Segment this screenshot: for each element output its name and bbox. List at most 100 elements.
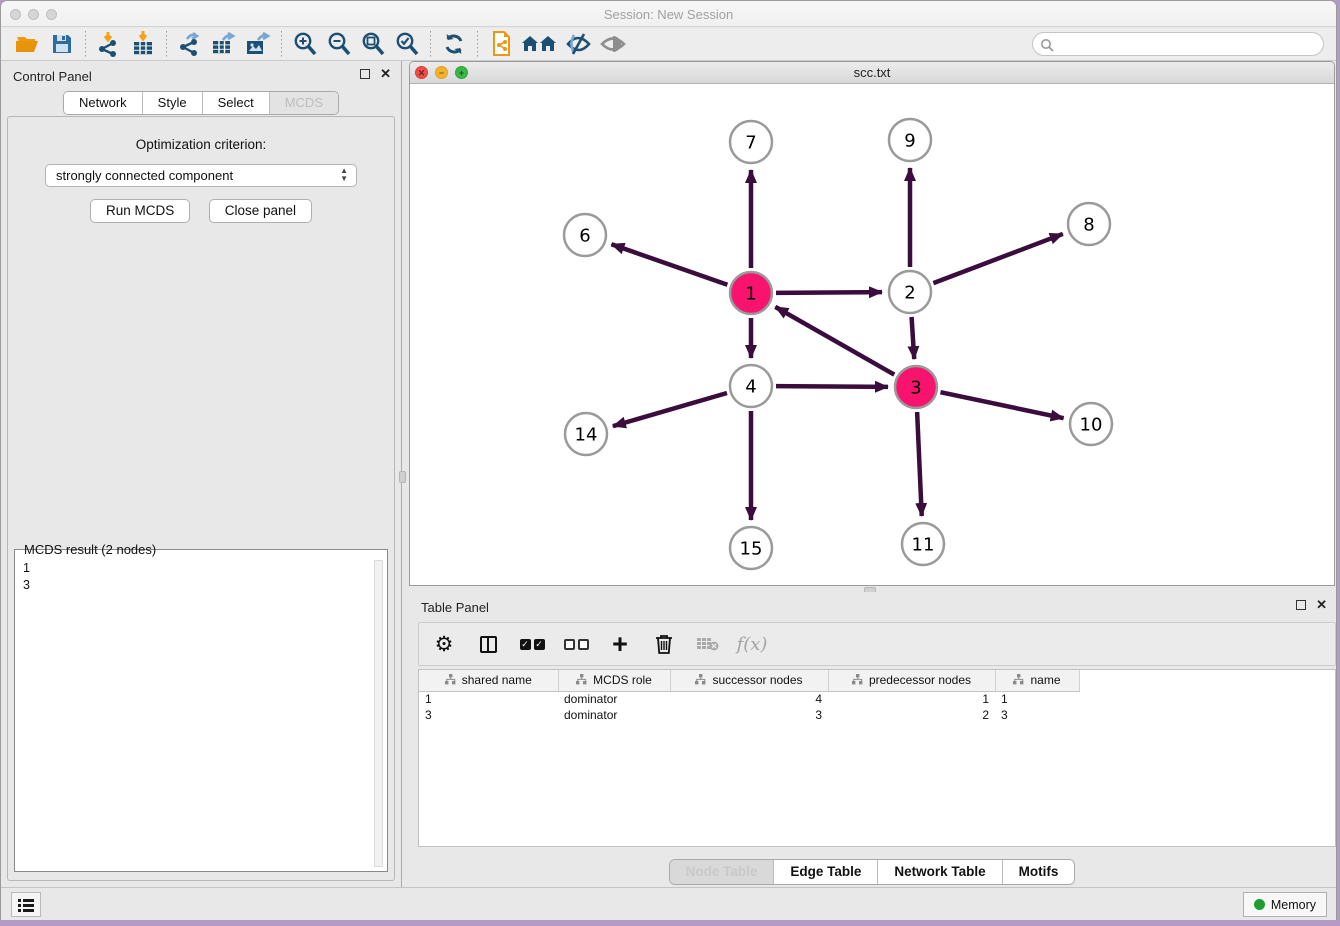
graph-node-10[interactable]: 10 bbox=[1070, 403, 1112, 445]
table-cell[interactable]: 4 bbox=[670, 691, 828, 707]
table-tab-edge-table[interactable]: Edge Table bbox=[774, 860, 878, 884]
close-panel-icon[interactable]: ✕ bbox=[380, 69, 391, 79]
tab-style[interactable]: Style bbox=[143, 92, 203, 114]
edge-3-to-10[interactable] bbox=[940, 392, 1063, 418]
hide-panel-icon[interactable] bbox=[562, 30, 596, 58]
column-header-successor-nodes[interactable]: successor nodes bbox=[670, 670, 828, 691]
table-tab-motifs[interactable]: Motifs bbox=[1003, 860, 1075, 884]
mcds-result-title: MCDS result (2 nodes) bbox=[21, 542, 159, 557]
table-cell[interactable]: 3 bbox=[419, 707, 558, 723]
open-session-icon[interactable] bbox=[11, 30, 45, 58]
node-label: 3 bbox=[910, 378, 921, 399]
graph-node-7[interactable]: 7 bbox=[730, 121, 772, 163]
edge-1-to-2[interactable] bbox=[776, 292, 882, 293]
graph-node-14[interactable]: 14 bbox=[565, 413, 607, 455]
node-label: 6 bbox=[579, 226, 590, 247]
zoom-out-icon[interactable] bbox=[322, 30, 356, 58]
table-tab-network-table[interactable]: Network Table bbox=[878, 860, 1002, 884]
edge-4-to-3[interactable] bbox=[776, 386, 888, 387]
float-panel-icon[interactable] bbox=[360, 69, 370, 79]
edge-2-to-3[interactable] bbox=[912, 317, 915, 359]
edge-3-to-11[interactable] bbox=[917, 412, 922, 516]
network-graph-canvas[interactable]: 7 9 6 8 1 2 4 3 14 10 15 11 bbox=[410, 84, 1334, 585]
tree-icon bbox=[695, 674, 706, 685]
column-header-predecessor-nodes[interactable]: predecessor nodes bbox=[828, 670, 995, 691]
function-builder-icon[interactable]: f(x) bbox=[737, 629, 767, 659]
column-header-name[interactable]: name bbox=[995, 670, 1079, 691]
table-cell[interactable]: 1 bbox=[828, 691, 995, 707]
vertical-splitter-handle[interactable] bbox=[399, 471, 406, 483]
graph-node-6[interactable]: 6 bbox=[564, 214, 606, 256]
toggle-panel-icon[interactable] bbox=[473, 629, 503, 659]
tab-mcds[interactable]: MCDS bbox=[270, 92, 338, 114]
table-cell[interactable]: 3 bbox=[995, 707, 1079, 723]
table-row[interactable]: 1dominator411 bbox=[419, 691, 1079, 707]
run-mcds-button[interactable]: Run MCDS bbox=[90, 199, 190, 223]
graph-node-2[interactable]: 2 bbox=[889, 271, 931, 313]
zoom-fit-icon[interactable] bbox=[356, 30, 390, 58]
optimization-criterion-select[interactable]: strongly connected component ▲▼ bbox=[45, 164, 357, 187]
tab-select[interactable]: Select bbox=[203, 92, 270, 114]
search-input[interactable] bbox=[1057, 35, 1317, 53]
graph-node-8[interactable]: 8 bbox=[1068, 203, 1110, 245]
graph-node-4[interactable]: 4 bbox=[730, 365, 772, 407]
table-cell[interactable]: dominator bbox=[558, 691, 670, 707]
main-toolbar bbox=[1, 28, 1336, 61]
graph-node-15[interactable]: 15 bbox=[730, 527, 772, 569]
task-history-button[interactable] bbox=[11, 892, 41, 917]
first-neighbors-icon[interactable] bbox=[518, 30, 562, 58]
graph-node-3[interactable]: 3 bbox=[895, 366, 937, 408]
table-cell[interactable]: 2 bbox=[828, 707, 995, 723]
node-label: 11 bbox=[912, 535, 935, 556]
mcds-result-list[interactable]: 1 3 bbox=[23, 560, 30, 594]
import-network-icon[interactable] bbox=[92, 30, 126, 58]
table-panel-title: Table Panel bbox=[421, 600, 489, 615]
table-cell[interactable]: 1 bbox=[995, 691, 1079, 707]
settings-gear-icon[interactable]: ⚙ bbox=[429, 629, 459, 659]
table-cell[interactable]: 1 bbox=[419, 691, 558, 707]
delete-column-icon[interactable] bbox=[649, 629, 679, 659]
add-column-icon[interactable]: + bbox=[605, 629, 635, 659]
table-cell[interactable]: 3 bbox=[670, 707, 828, 723]
node-label: 7 bbox=[745, 133, 756, 154]
edge-2-to-8[interactable] bbox=[933, 234, 1062, 283]
deselect-all-icon[interactable] bbox=[561, 629, 591, 659]
table-cell[interactable]: dominator bbox=[558, 707, 670, 723]
memory-label: Memory bbox=[1271, 898, 1316, 912]
edge-1-to-6[interactable] bbox=[611, 244, 727, 285]
refresh-icon[interactable] bbox=[437, 30, 471, 58]
node-label: 15 bbox=[740, 539, 763, 560]
float-table-panel-icon[interactable] bbox=[1296, 600, 1306, 610]
export-table-icon[interactable] bbox=[207, 30, 241, 58]
close-table-panel-icon[interactable]: ✕ bbox=[1316, 600, 1327, 610]
graph-node-11[interactable]: 11 bbox=[902, 523, 944, 565]
toolbar-separator bbox=[430, 31, 431, 57]
zoom-in-icon[interactable] bbox=[288, 30, 322, 58]
select-all-icon[interactable]: ✓✓ bbox=[517, 629, 547, 659]
node-label: 1 bbox=[745, 284, 756, 305]
delete-table-icon[interactable] bbox=[693, 629, 723, 659]
show-panel-icon[interactable] bbox=[596, 30, 630, 58]
column-header-shared-name[interactable]: shared name bbox=[419, 670, 558, 691]
graph-node-9[interactable]: 9 bbox=[889, 119, 931, 161]
export-image-icon[interactable] bbox=[241, 30, 275, 58]
close-panel-button[interactable]: Close panel bbox=[209, 199, 312, 223]
memory-button[interactable]: Memory bbox=[1243, 892, 1327, 917]
save-session-icon[interactable] bbox=[45, 30, 79, 58]
edge-4-to-14[interactable] bbox=[613, 393, 727, 426]
import-table-icon[interactable] bbox=[126, 30, 160, 58]
export-network-icon[interactable] bbox=[173, 30, 207, 58]
edge-3-to-1[interactable] bbox=[775, 307, 894, 375]
graph-node-1[interactable]: 1 bbox=[730, 272, 772, 314]
table-tab-node-table[interactable]: Node Table bbox=[670, 860, 775, 884]
tree-icon bbox=[1013, 674, 1024, 685]
table-row[interactable]: 3dominator323 bbox=[419, 707, 1079, 723]
new-network-from-file-icon[interactable] bbox=[484, 30, 518, 58]
network-view-title: scc.txt bbox=[410, 65, 1334, 80]
column-header-MCDS-role[interactable]: MCDS role bbox=[558, 670, 670, 691]
tab-network[interactable]: Network bbox=[64, 92, 143, 114]
optimization-criterion-value: strongly connected component bbox=[56, 168, 233, 183]
zoom-selected-icon[interactable] bbox=[390, 30, 424, 58]
mcds-result-scrollbar[interactable] bbox=[374, 560, 383, 867]
tree-icon bbox=[445, 674, 456, 685]
